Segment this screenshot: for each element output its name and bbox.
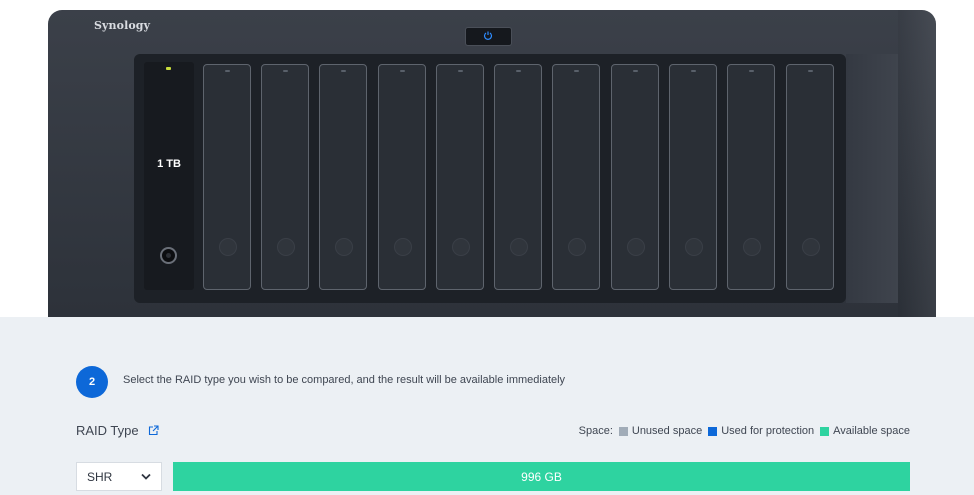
drive-bay-empty[interactable] <box>319 64 367 290</box>
bay-led <box>749 70 754 72</box>
bay-led <box>516 70 521 72</box>
raid-type-value: SHR <box>87 469 113 484</box>
drive-bay-1-installed[interactable]: 1 TB <box>144 62 194 290</box>
bay-knob-icon <box>568 238 586 256</box>
drive-bay-empty[interactable] <box>552 64 600 290</box>
legend-swatch-unused <box>618 426 628 436</box>
bay-knob-icon <box>685 238 703 256</box>
nas-chassis: Synology 1 TB <box>48 10 936 317</box>
bay-knob-icon <box>743 238 761 256</box>
nas-illustration: Synology 1 TB <box>0 0 974 317</box>
capacity-bar-available: 996 GB <box>173 462 910 491</box>
available-capacity-label: 996 GB <box>521 469 562 484</box>
bay-knob-icon <box>452 238 470 256</box>
bay-knob-icon <box>335 238 353 256</box>
external-link-icon[interactable] <box>148 425 159 436</box>
drive-capacity-label: 1 TB <box>157 158 181 170</box>
bay-led <box>341 70 346 72</box>
legend-available-label: Available space <box>833 425 910 437</box>
power-button <box>465 27 512 46</box>
drive-bay-frame: 1 TB <box>134 54 898 303</box>
drive-bay-empty[interactable] <box>494 64 542 290</box>
legend-swatch-protection <box>708 426 718 436</box>
legend-unused-label: Unused space <box>631 425 703 437</box>
drive-status-led <box>166 67 171 70</box>
bay-led <box>633 70 638 72</box>
step-badge: 2 <box>76 366 108 398</box>
space-legend: Space: Unused space Used for protection … <box>579 425 910 437</box>
bay-led <box>808 70 813 72</box>
drive-bay-empty[interactable] <box>261 64 309 290</box>
drive-bay-empty[interactable] <box>378 64 426 290</box>
brand-logo: Synology <box>94 19 151 32</box>
legend-swatch-available <box>820 426 830 436</box>
power-icon <box>483 31 493 40</box>
drive-bay-empty[interactable] <box>727 64 775 290</box>
space-label: Space: <box>578 425 613 437</box>
raid-calculator-panel: 2 Select the RAID type you wish to be co… <box>0 317 974 495</box>
drive-bay-empty[interactable] <box>611 64 659 290</box>
bay-knob-icon <box>277 238 295 256</box>
bay-led <box>283 70 288 72</box>
chevron-down-icon <box>141 473 151 480</box>
raid-type-label: RAID Type <box>76 423 139 438</box>
legend-protection-label: Used for protection <box>721 425 815 437</box>
bay-knob-icon <box>627 238 645 256</box>
bay-knob-icon <box>394 238 412 256</box>
drive-bay-empty[interactable] <box>203 64 251 290</box>
drive-lock-icon <box>160 247 177 264</box>
bay-knob-icon <box>510 238 528 256</box>
bay-led <box>458 70 463 72</box>
raid-type-select[interactable]: SHR <box>76 462 162 491</box>
drive-bay-empty[interactable] <box>786 64 834 290</box>
step-instruction: Select the RAID type you wish to be comp… <box>123 374 566 386</box>
bay-led <box>574 70 579 72</box>
drive-bay-empty[interactable] <box>436 64 484 290</box>
bay-led <box>400 70 405 72</box>
bay-led <box>225 70 230 72</box>
bay-knob-icon <box>802 238 820 256</box>
drive-bay-empty[interactable] <box>669 64 717 290</box>
bay-led <box>691 70 696 72</box>
bay-knob-icon <box>219 238 237 256</box>
